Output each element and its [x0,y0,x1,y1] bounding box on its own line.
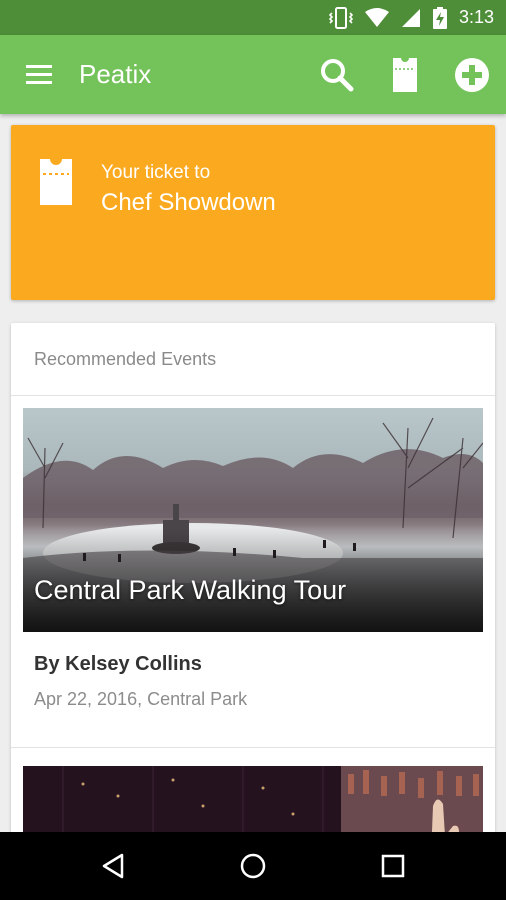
ticket-card[interactable]: Your ticket to Chef Showdown [11,125,495,300]
system-nav-bar [0,832,506,900]
back-button[interactable] [88,846,138,886]
event-item[interactable]: Central Park Walking Tour By Kelsey Coll… [11,396,495,748]
add-circle-icon [455,58,489,92]
ticket-label: Your ticket to [101,162,211,183]
back-icon [102,853,124,879]
ticket-icon [393,58,417,92]
search-button[interactable] [317,55,357,95]
add-event-button[interactable] [452,55,492,95]
event-date-location: Apr 22, 2016, Central Park [34,689,248,709]
ticket-icon [40,159,72,205]
event-image: Central Park Walking Tour [23,408,483,632]
wifi-icon [364,7,389,27]
event-organizer: By Kelsey Collins [34,653,202,675]
tickets-button[interactable] [385,55,425,95]
recommended-events-header: Recommended Events [11,323,495,396]
recent-apps-icon [381,854,405,878]
app-title: Peatix [79,59,152,89]
status-bar: 3:13 [0,0,506,35]
status-time: 3:13 [458,7,494,27]
home-icon [240,853,266,879]
event-title: Central Park Walking Tour [34,575,347,605]
battery-charging-icon [432,6,447,29]
hamburger-menu-icon[interactable] [24,62,54,88]
cell-signal-icon [401,8,420,27]
status-icons: 3:13 [328,0,494,35]
vibrate-icon [328,6,353,29]
recent-apps-button[interactable] [368,846,418,886]
recommended-events-card: Recommended Events Central Park Walking … [11,323,495,843]
search-icon [321,59,354,92]
home-button[interactable] [228,846,278,886]
ticket-event-name: Chef Showdown [101,189,276,216]
app-bar: Peatix [0,35,506,114]
